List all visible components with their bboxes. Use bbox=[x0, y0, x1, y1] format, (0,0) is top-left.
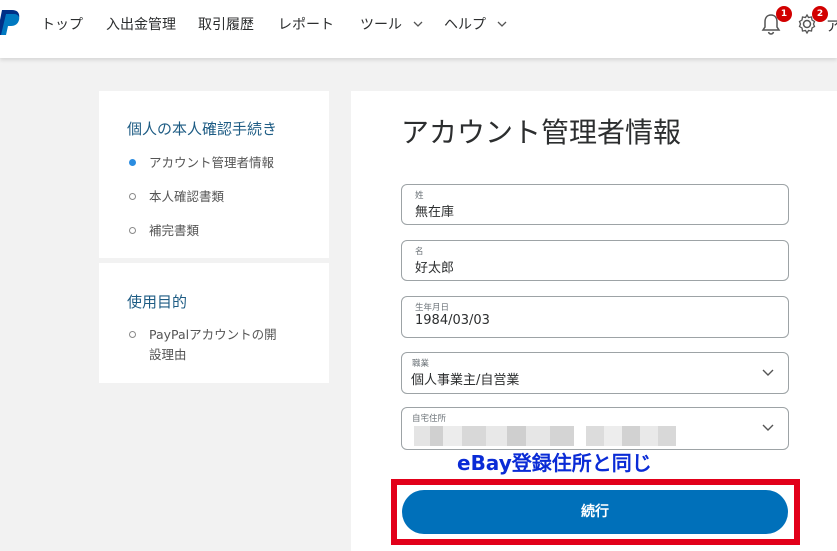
nav-reports[interactable]: レポート bbox=[278, 14, 334, 34]
chevron-down-icon bbox=[497, 21, 507, 27]
address-annotation: eBay登録住所と同じ bbox=[457, 451, 652, 475]
step-label-line1: PayPalアカウントの開 bbox=[149, 327, 277, 342]
last-name-value: 無在庫 bbox=[415, 205, 455, 220]
verification-steps-card: 個人の本人確認手続き アカウント管理者情報 本人確認書類 補完書類 bbox=[99, 91, 329, 258]
account-admin-form-card: アカウント管理者情報 姓 無在庫 名 好太郎 生年月日 1984/03/03 職… bbox=[351, 91, 837, 551]
chevron-down-icon bbox=[413, 21, 423, 27]
first-name-value: 好太郎 bbox=[415, 261, 455, 276]
purpose-title: 使用目的 bbox=[127, 293, 188, 311]
purpose-card: 使用目的 PayPalアカウントの開 設理由 bbox=[99, 263, 329, 383]
nav-deposits-withdrawals[interactable]: 入出金管理 bbox=[106, 14, 176, 34]
nav-top-label: トップ bbox=[41, 17, 83, 33]
last-name-field[interactable]: 姓 無在庫 bbox=[401, 184, 789, 225]
nav-tools-label: ツール bbox=[360, 17, 402, 33]
step-label: アカウント管理者情報 bbox=[149, 155, 275, 170]
continue-button[interactable]: 続行 bbox=[402, 490, 788, 534]
nav-top[interactable]: トップ bbox=[41, 14, 83, 34]
first-name-field[interactable]: 名 好太郎 bbox=[401, 240, 789, 281]
birthdate-label: 生年月日 bbox=[415, 303, 450, 313]
first-name-label: 名 bbox=[415, 247, 424, 257]
nav-help[interactable]: ヘルプ bbox=[444, 14, 508, 34]
step-dot-icon bbox=[129, 331, 136, 338]
chevron-down-icon bbox=[762, 369, 774, 376]
notifications-button[interactable]: 1 bbox=[760, 6, 792, 36]
user-name-truncated[interactable]: ア bbox=[826, 16, 837, 36]
step-label-line2: 設理由 bbox=[149, 347, 187, 362]
occupation-value: 個人事業主/自営業 bbox=[411, 373, 520, 388]
birthdate-value: 1984/03/03 bbox=[415, 313, 490, 328]
nav-help-label: ヘルプ bbox=[444, 17, 486, 33]
home-address-select[interactable]: 自宅住所 bbox=[401, 407, 789, 450]
active-step-dot-icon bbox=[129, 159, 136, 166]
step-label: 本人確認書類 bbox=[149, 189, 225, 204]
step-dot-icon bbox=[129, 193, 136, 200]
nav-tools[interactable]: ツール bbox=[360, 14, 424, 34]
verification-steps-title: 個人の本人確認手続き bbox=[127, 120, 278, 138]
birthdate-field[interactable]: 生年月日 1984/03/03 bbox=[401, 296, 789, 338]
nav-history-label: 取引履歴 bbox=[198, 17, 254, 33]
chevron-down-icon bbox=[762, 424, 774, 431]
settings-button[interactable]: 2 bbox=[796, 6, 828, 36]
occupation-label: 職業 bbox=[412, 359, 430, 369]
paypal-logo-icon[interactable] bbox=[0, 8, 22, 38]
step-label: 補完書類 bbox=[149, 223, 200, 238]
notifications-badge: 1 bbox=[776, 6, 792, 22]
nav-reports-label: レポート bbox=[278, 17, 334, 33]
last-name-label: 姓 bbox=[415, 191, 424, 201]
step-dot-icon bbox=[129, 227, 136, 234]
top-navigation-bar: トップ 入出金管理 取引履歴 レポート ツール ヘルプ 1 2 ア bbox=[0, 0, 837, 58]
occupation-select[interactable]: 職業 個人事業主/自営業 bbox=[401, 352, 789, 394]
nav-deposits-label: 入出金管理 bbox=[106, 17, 176, 33]
page-title: アカウント管理者情報 bbox=[401, 116, 682, 149]
nav-transaction-history[interactable]: 取引履歴 bbox=[198, 14, 254, 34]
home-address-label: 自宅住所 bbox=[412, 414, 447, 424]
